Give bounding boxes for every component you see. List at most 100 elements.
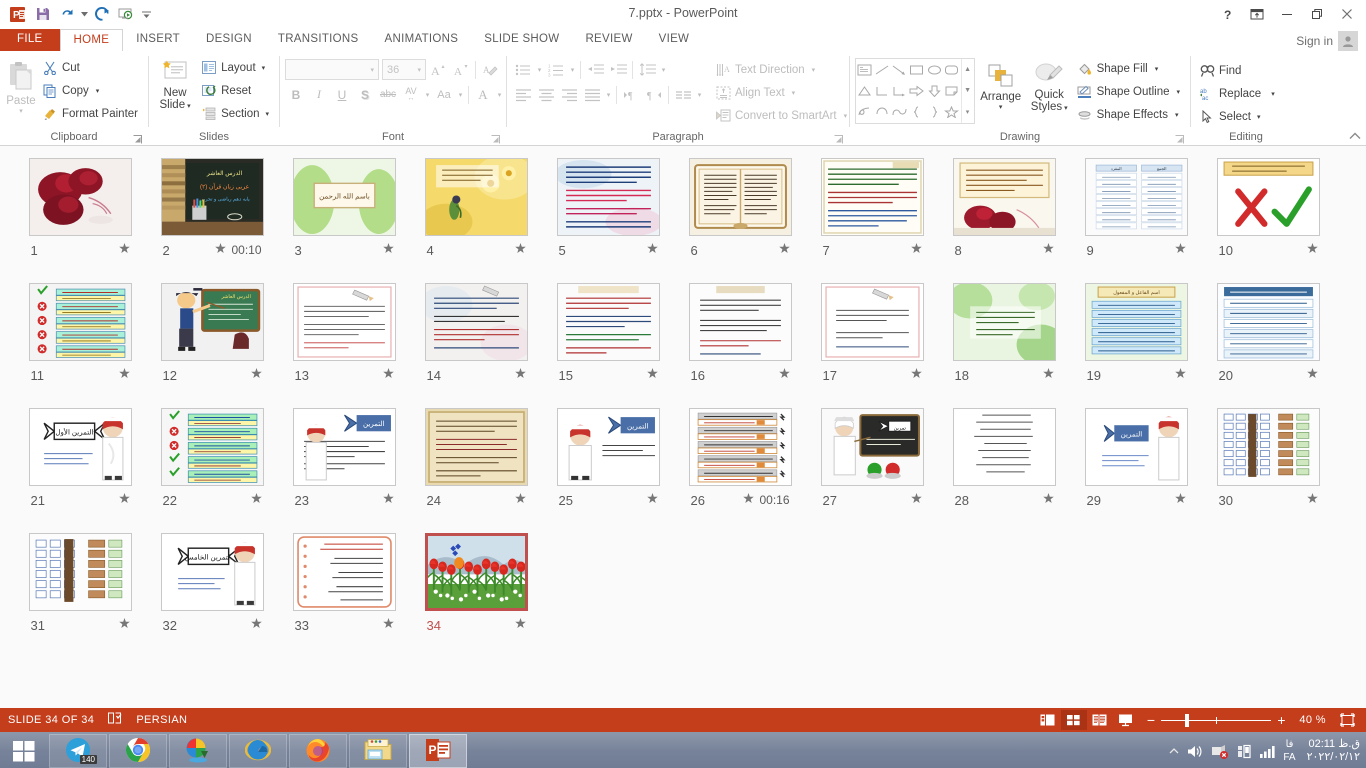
format-painter-button[interactable]: Format Painter [39,102,143,125]
change-case-button[interactable]: Aa [433,84,455,106]
zoom-slider[interactable] [1161,720,1271,721]
shape-arrow[interactable] [891,59,908,80]
animation-star-icon[interactable] [515,493,526,507]
animation-star-icon[interactable] [119,618,130,632]
animation-star-icon[interactable] [743,493,754,507]
show-hidden-icons-icon[interactable] [1168,745,1180,757]
select-button[interactable]: Select ▾ [1196,105,1280,128]
drawing-dialog-launcher[interactable] [1175,133,1186,144]
shape-elbow-connector[interactable] [873,80,890,101]
italic-button[interactable]: I [308,84,330,106]
sign-in-control[interactable]: Sign in [1296,31,1358,51]
shape-oval[interactable] [926,59,943,80]
change-case-dropdown-icon[interactable]: ▾ [456,84,465,106]
find-button[interactable]: Find [1196,59,1280,82]
shape-outline-button[interactable]: Shape Outline ▾ [1074,80,1185,103]
tab-home[interactable]: HOME [60,29,124,51]
tab-transitions[interactable]: TRANSITIONS [265,29,372,51]
network-error-icon[interactable] [1211,744,1229,759]
zoom-out-button[interactable]: − [1147,712,1156,728]
slide-cell[interactable]: 30 [1202,408,1334,533]
slide-thumbnail-17[interactable] [821,283,924,361]
shape-effects-dropdown-icon[interactable]: ▾ [1175,112,1179,119]
restore-button[interactable] [1302,2,1332,26]
slide-thumbnail-11[interactable] [29,283,132,361]
replace-button[interactable]: abac Replace ▾ [1196,82,1280,105]
slide-thumbnail-15[interactable] [557,283,660,361]
slide-thumbnail-29[interactable]: التمرین [1085,408,1188,486]
slide-cell[interactable]: تمرین27 [806,408,938,533]
tab-slide-show[interactable]: SLIDE SHOW [471,29,572,51]
animation-star-icon[interactable] [251,493,262,507]
tab-insert[interactable]: INSERT [123,29,193,51]
slide-cell[interactable]: 18 [938,283,1070,408]
shape-fill-dropdown-icon[interactable]: ▾ [1155,66,1159,73]
copy-dropdown-icon[interactable]: ▾ [96,88,100,95]
shape-left-brace[interactable] [908,102,925,123]
section-button[interactable]: Section ▾ [198,102,274,125]
animation-star-icon[interactable] [1175,243,1186,257]
collapse-ribbon-icon[interactable] [1349,132,1361,144]
clear-formatting-button[interactable]: A [479,59,501,81]
taskbar-item-chrome[interactable] [109,734,167,768]
bullets-dropdown-icon[interactable]: ▾ [535,59,544,81]
slide-count-label[interactable]: SLIDE 34 OF 34 [8,714,94,726]
numbering-button[interactable]: 123 [545,59,567,81]
tab-animations[interactable]: ANIMATIONS [372,29,472,51]
zoom-control[interactable]: − + 40 % [1147,712,1326,728]
slide-cell[interactable]: باسم الله الرحمن3 [278,158,410,283]
shape-right-brace[interactable] [926,102,943,123]
paste-dropdown-icon[interactable]: ▾ [19,108,23,115]
slide-cell[interactable]: 22 [146,408,278,533]
animation-star-icon[interactable] [1175,493,1186,507]
animation-star-icon[interactable] [515,243,526,257]
animation-star-icon[interactable] [647,493,658,507]
slide-thumbnail-18[interactable] [953,283,1056,361]
font-dialog-launcher[interactable] [491,133,502,144]
shapes-gallery[interactable]: ▲ ▼ ▾ [855,58,975,124]
justify-dropdown-icon[interactable]: ▾ [604,84,613,106]
right-to-left-button[interactable]: ¶ [643,84,665,106]
slide-cell[interactable]: التمرین23 [278,408,410,533]
slide-thumbnail-34[interactable] [425,533,528,611]
slide-cell[interactable]: الدرس العاشر12 [146,283,278,408]
volume-icon[interactable] [1187,744,1204,759]
new-slide-button[interactable]: New Slide▾ [154,56,196,111]
slide-thumbnail-12[interactable]: الدرس العاشر [161,283,264,361]
slide-thumbnail-33[interactable] [293,533,396,611]
slide-thumbnail-30[interactable] [1217,408,1320,486]
slide-thumbnail-6[interactable] [689,158,792,236]
slide-thumbnail-28[interactable] [953,408,1056,486]
replace-dropdown-icon[interactable]: ▾ [1271,91,1275,98]
animation-star-icon[interactable] [1043,243,1054,257]
animation-star-icon[interactable] [383,493,394,507]
animation-star-icon[interactable] [251,618,262,632]
slide-thumbnail-25[interactable]: التمرین [557,408,660,486]
select-dropdown-icon[interactable]: ▾ [1257,114,1261,121]
slide-cell[interactable]: 15 [542,283,674,408]
left-to-right-button[interactable]: ¶ [620,84,642,106]
animation-star-icon[interactable] [647,243,658,257]
shape-curve-down[interactable] [873,102,890,123]
reset-button[interactable]: Reset [198,79,274,102]
paragraph-dialog-launcher[interactable] [834,133,845,144]
slide-cell[interactable]: التمرین الخامس32 [146,533,278,658]
section-dropdown-icon[interactable]: ▾ [265,111,269,118]
shape-folded-corner[interactable] [943,80,960,101]
increase-font-size-button[interactable]: A [427,59,449,81]
slide-thumbnail-1[interactable] [29,158,132,236]
zoom-in-button[interactable]: + [1277,712,1286,728]
slide-cell[interactable]: 2600:16 [674,408,806,533]
language-label[interactable]: PERSIAN [136,714,187,726]
normal-view-button[interactable] [1035,710,1061,730]
shapes-scroll-up-icon[interactable]: ▲ [962,59,974,80]
columns-dropdown-icon[interactable]: ▾ [695,84,704,106]
animation-star-icon[interactable] [1307,243,1318,257]
align-center-button[interactable] [535,84,557,106]
tab-file[interactable]: FILE [0,29,60,51]
increase-indent-button[interactable] [607,59,629,81]
signal-bars-icon[interactable] [1259,744,1276,759]
animation-star-icon[interactable] [1175,368,1186,382]
text-shadow-button[interactable]: S [354,84,376,106]
font-name-input[interactable]: ▾ [285,59,379,80]
